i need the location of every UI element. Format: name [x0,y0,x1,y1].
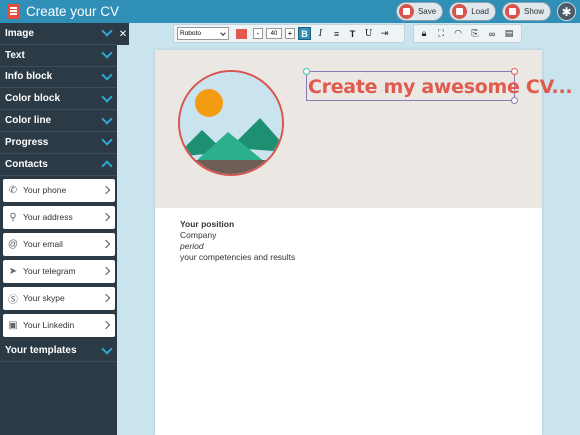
save-label: Save [417,7,437,16]
telegram-icon: ➤ [8,265,18,277]
text-format-toolbar: Roboto - 40 + B I ≡ T U ⇥ [173,24,405,43]
results-text[interactable]: your competencies and results [180,252,295,263]
section-label: Text [5,49,25,61]
sidebar-section-image[interactable]: Image [0,23,117,45]
section-label: Info block [5,71,53,83]
chevron-right-icon [101,320,111,329]
contact-item-phone[interactable]: ✆ Your phone [3,178,115,202]
element-toolbar: 🔒︎ ⛶ ◠ ⎘ ∞ ▤ [413,24,522,43]
chevron-down-icon [101,91,113,103]
section-label: Color block [5,93,61,105]
chevron-down-icon [101,47,113,59]
contact-label: Your phone [23,185,67,196]
chevron-right-icon [101,266,111,275]
chevron-right-icon [101,239,111,248]
contact-label: Your email [23,239,63,250]
sidebar-section-text[interactable]: Text [0,45,117,67]
text-size-button[interactable]: T [346,27,359,40]
save-element-icon[interactable]: ▤ [503,27,515,40]
app-header: Create your CV Save Load Show ✱ [0,0,580,23]
chevron-right-icon [101,185,111,194]
tools-icon[interactable]: ✱ [557,2,576,21]
section-label: Contacts [5,158,48,170]
at-icon: @ [7,238,19,250]
sidebar-section-info-block[interactable]: Info block [0,67,117,89]
chevron-right-icon [101,212,111,221]
position-text[interactable]: Your position [180,219,295,230]
show-button[interactable]: Show [501,2,551,21]
font-size-decrease-button[interactable]: - [253,28,263,39]
link-icon[interactable]: ∞ [486,27,498,40]
app-title: Create your CV [26,4,120,19]
skype-icon: Ⓢ [8,294,18,306]
experience-block[interactable]: Your position Company period your compet… [180,219,295,263]
show-icon [504,4,520,19]
chevron-down-icon [101,343,113,355]
contact-item-linkedin[interactable]: ▣ Your Linkedin [3,313,115,337]
section-label: Progress [5,136,49,148]
app-logo-icon [7,4,20,19]
italic-button[interactable]: I [314,27,327,40]
load-button[interactable]: Load [449,2,496,21]
period-text[interactable]: period [180,241,295,252]
align-center-button[interactable]: ≡ [330,27,343,40]
location-icon: ⚲ [9,211,17,223]
sidebar-section-contacts[interactable]: Contacts [0,154,117,176]
chevron-down-icon [101,134,113,147]
sidebar-section-color-line[interactable]: Color line [0,110,117,132]
chevron-up-icon [101,160,113,172]
load-icon [452,4,468,19]
show-label: Show [523,7,544,16]
header-actions: Save Load Show ✱ [395,2,576,21]
save-button[interactable]: Save [395,2,444,21]
sidebar-section-templates[interactable]: Your templates [0,341,117,363]
font-size-increase-button[interactable]: + [285,28,295,39]
section-label: Color line [5,115,52,127]
landscape-placeholder-icon [180,72,282,174]
frame-icon[interactable]: ⛶ [435,27,447,40]
resize-handle-icon[interactable] [511,97,518,104]
lock-icon[interactable]: 🔒︎ [418,27,430,40]
contact-item-telegram[interactable]: ➤ Your telegram [3,259,115,283]
linkedin-icon: ▣ [8,319,18,331]
phone-icon: ✆ [8,184,18,196]
chevron-down-icon [101,25,113,38]
contact-item-address[interactable]: ⚲ Your address [3,205,115,229]
chevron-right-icon [101,293,111,302]
chevron-down-icon [101,69,113,81]
copy-icon[interactable]: ⎘ [469,27,481,40]
company-text[interactable]: Company [180,230,295,241]
sidebar: Image Text Info block Color block Color … [0,23,117,435]
save-icon [398,4,414,19]
underline-button[interactable]: U [362,27,375,40]
contact-item-skype[interactable]: Ⓢ Your skype [3,286,115,310]
close-sidebar-button[interactable]: ✕ [117,23,129,45]
contact-label: Your skype [23,293,65,304]
indent-button[interactable]: ⇥ [378,27,391,40]
cv-title-text[interactable]: Create my awesome CV... [308,76,573,98]
contact-label: Your address [23,212,73,223]
profile-image[interactable] [178,70,284,176]
wireless-icon[interactable]: ◠ [452,27,464,40]
contacts-list: ✆ Your phone ⚲ Your address @ Your email… [0,176,117,337]
resize-handle-icon[interactable] [511,68,518,75]
font-select[interactable]: Roboto [177,27,229,40]
section-label: Your templates [5,345,77,357]
sidebar-section-progress[interactable]: Progress [0,132,117,154]
section-label: Image [5,27,34,39]
bold-button[interactable]: B [298,27,311,40]
chevron-down-icon [101,112,113,125]
font-size-input[interactable]: 40 [266,28,282,39]
contact-item-email[interactable]: @ Your email [3,232,115,256]
contact-label: Your Linkedin [23,320,75,331]
resize-handle-icon[interactable] [303,68,310,75]
sidebar-section-color-block[interactable]: Color block [0,88,117,111]
load-label: Load [471,7,489,16]
cv-header-block[interactable]: Create my awesome CV... [155,50,573,208]
cv-page: Create my awesome CV... Your position Co… [155,50,573,435]
contact-label: Your telegram [23,266,76,277]
color-swatch[interactable] [236,28,247,39]
